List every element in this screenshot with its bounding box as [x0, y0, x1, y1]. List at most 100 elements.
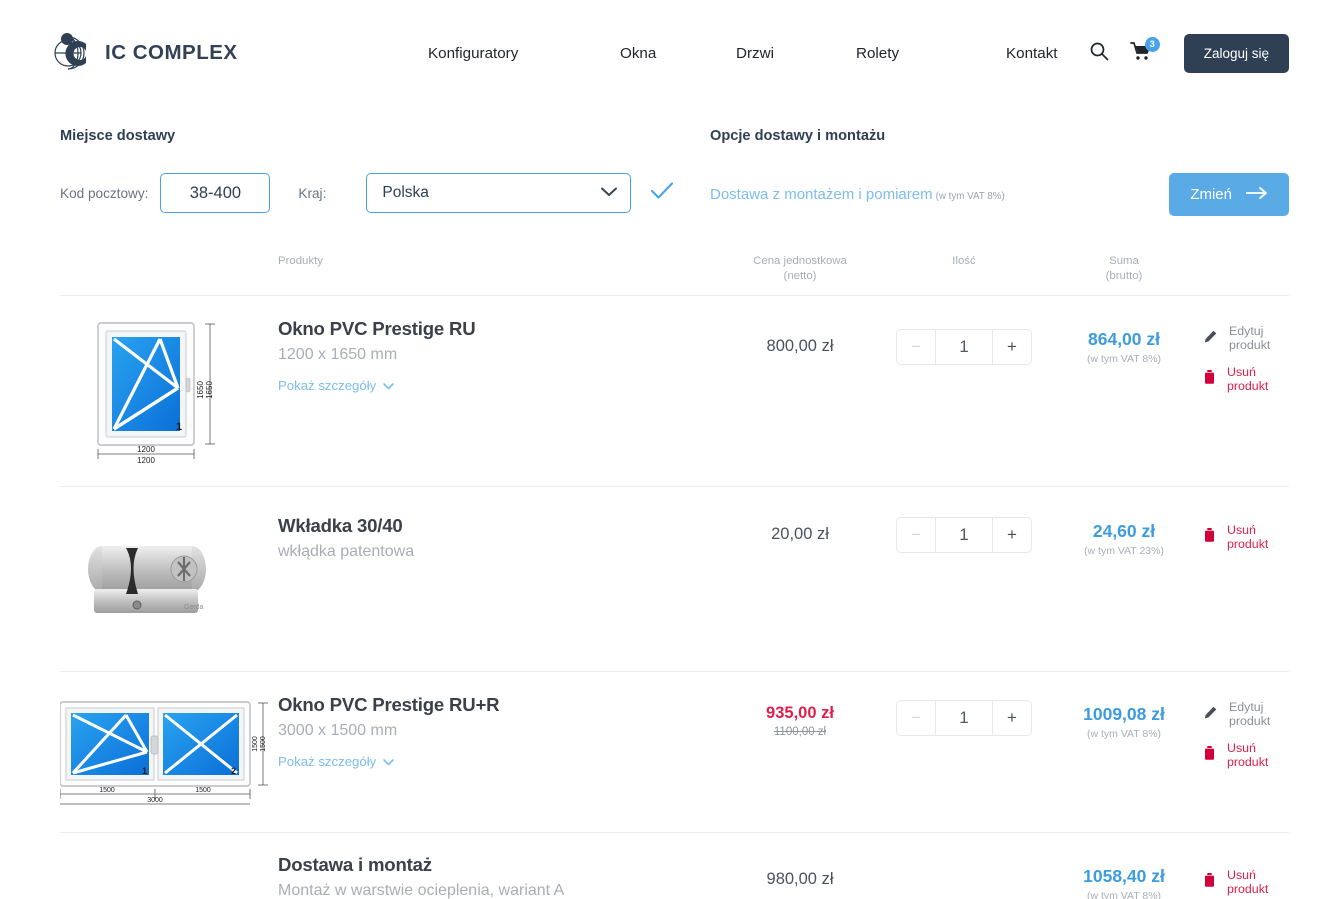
sum-value: 1058,40 zł: [1044, 866, 1204, 887]
product-title: Wkładka 30/40: [278, 515, 716, 537]
delete-product-button[interactable]: Usuń produkt: [1204, 365, 1289, 393]
show-details-label: Pokaż szczegóły: [278, 378, 376, 393]
delivery-option-row: Dostawa z montażem i pomiarem(w tym VAT …: [710, 173, 1289, 216]
show-details-toggle[interactable]: Pokaż szczegóły: [278, 378, 394, 393]
svg-text:1200: 1200: [137, 445, 155, 454]
change-delivery-button[interactable]: Zmień: [1169, 173, 1289, 216]
chevron-down-icon: [383, 754, 394, 769]
svg-text:1500: 1500: [252, 736, 259, 752]
nav-item-okna[interactable]: Okna: [620, 45, 736, 62]
quantity-value[interactable]: 1: [935, 518, 993, 552]
product-thumbnail[interactable]: Gerda: [60, 509, 278, 631]
svg-text:1500: 1500: [99, 787, 115, 794]
product-title: Okno PVC Prestige RU: [278, 318, 716, 340]
svg-text:1650: 1650: [205, 380, 214, 398]
delete-product-label: Usuń produkt: [1227, 365, 1289, 393]
delivery-option-link[interactable]: Dostawa z montażem i pomiarem: [710, 186, 933, 203]
cart-table: Produkty Cena jednostkowa (netto) Ilość …: [0, 254, 1343, 899]
postal-code-input[interactable]: [160, 173, 270, 213]
show-details-label: Pokaż szczegóły: [278, 754, 376, 769]
table-row: 1 2 1500 1500 1500 1500 3000 Okno PVC Pr…: [60, 672, 1289, 833]
logo[interactable]: IC COMPLEX: [54, 32, 238, 74]
svg-text:1500: 1500: [260, 736, 267, 752]
quantity-cell: − 1 +: [884, 509, 1044, 553]
cart-table-header: Produkty Cena jednostkowa (netto) Ilość …: [60, 254, 1289, 296]
svg-text:1: 1: [176, 421, 182, 433]
product-info: Okno PVC Prestige RU+R 3000 x 1500 mm Po…: [278, 694, 716, 771]
unit-price-cell: 20,00 zł: [716, 509, 884, 544]
header-unit-price-sub: (netto): [716, 269, 884, 284]
table-row: Dostawa i montaż Montaż w warstwie ociep…: [60, 833, 1289, 899]
sum-cell: 1058,40 zł (w tym VAT 8%): [1044, 854, 1204, 899]
delete-product-label: Usuń produkt: [1227, 523, 1289, 551]
edit-product-button[interactable]: Edytuj produkt: [1204, 700, 1289, 728]
country-select[interactable]: Polska: [366, 173, 631, 213]
sum-vat-note: (w tym VAT 8%): [1087, 353, 1161, 365]
check-icon: [651, 182, 673, 205]
sum-value: 1009,08 zł: [1044, 704, 1204, 725]
sum-value: 24,60 zł: [1044, 521, 1204, 542]
table-row: Gerda Wkładka 30/40 wkłądka patentowa 20…: [60, 487, 1289, 672]
login-button[interactable]: Zaloguj się: [1184, 34, 1289, 73]
arrow-right-icon: [1246, 186, 1268, 203]
svg-text:3000: 3000: [147, 797, 163, 804]
delete-product-button[interactable]: Usuń produkt: [1204, 868, 1289, 896]
quantity-decrease-button[interactable]: −: [897, 701, 935, 735]
show-details-toggle[interactable]: Pokaż szczegóły: [278, 754, 394, 769]
delete-product-label: Usuń produkt: [1227, 741, 1289, 769]
quantity-stepper[interactable]: − 1 +: [896, 329, 1032, 365]
search-button[interactable]: [1082, 36, 1116, 70]
quantity-increase-button[interactable]: +: [993, 330, 1031, 364]
svg-text:1200: 1200: [137, 456, 155, 465]
sum-vat-note: (w tym VAT 8%): [1044, 728, 1204, 740]
svg-text:1650: 1650: [196, 380, 205, 398]
header-unit-price-main: Cena jednostkowa: [716, 254, 884, 269]
svg-text:Gerda: Gerda: [184, 604, 204, 611]
quantity-stepper[interactable]: − 1 +: [896, 517, 1032, 553]
quantity-decrease-button[interactable]: −: [897, 330, 935, 364]
delivery-option-vat: (w tym VAT 8%): [936, 191, 1005, 202]
quantity-increase-button[interactable]: +: [993, 518, 1031, 552]
delete-product-button[interactable]: Usuń produkt: [1204, 523, 1289, 551]
edit-product-button[interactable]: Edytuj produkt: [1204, 324, 1289, 352]
product-thumbnail[interactable]: 1 2 1500 1500 1500 1500 3000: [60, 694, 278, 812]
delivery-options-block: Opcje dostawy i montażu Dostawa z montaż…: [710, 128, 1289, 216]
country-select-wrap: Polska: [366, 173, 631, 213]
table-row: 1 1650 1650 1200 1200 Okno PVC Prestige …: [60, 296, 1289, 487]
main-nav: Konfiguratory Okna Drzwi Rolety Kontakt: [428, 0, 1126, 106]
nav-item-rolety[interactable]: Rolety: [856, 45, 1006, 62]
cart-button[interactable]: 3: [1124, 36, 1158, 70]
sum-cell: 864,00 zł (w tym VAT 8%): [1044, 318, 1204, 376]
quantity-value[interactable]: 1: [935, 330, 993, 364]
product-dimensions: 1200 x 1650 mm: [278, 346, 716, 364]
delivery-section: Miejsce dostawy Kod pocztowy: Kraj: Pols…: [0, 106, 1343, 216]
change-delivery-label: Zmień: [1190, 186, 1232, 203]
quantity-stepper[interactable]: − 1 +: [896, 700, 1032, 736]
quantity-increase-button[interactable]: +: [993, 701, 1031, 735]
nav-item-drzwi[interactable]: Drzwi: [736, 45, 856, 62]
nav-item-konfiguratory[interactable]: Konfiguratory: [428, 45, 620, 62]
quantity-decrease-button[interactable]: −: [897, 518, 935, 552]
unit-price: 800,00 zł: [767, 337, 834, 356]
header-sum-main: Suma: [1044, 254, 1204, 269]
product-thumbnail[interactable]: 1 1650 1650 1200 1200: [60, 318, 278, 466]
header-products: Produkty: [278, 254, 716, 269]
header-sum-sub: (brutto): [1044, 269, 1204, 284]
unit-price-original: 1100,00 zł: [716, 726, 884, 738]
delete-product-label: Usuń produkt: [1227, 868, 1289, 896]
header-sum: Suma (brutto): [1044, 254, 1204, 284]
logo-text: IC COMPLEX: [105, 41, 238, 65]
row-actions: Usuń produkt: [1204, 854, 1289, 896]
delivery-fields: Kod pocztowy: Kraj: Polska: [60, 173, 710, 213]
trash-icon: [1204, 528, 1215, 545]
product-info: Okno PVC Prestige RU 1200 x 1650 mm Poka…: [278, 318, 716, 395]
unit-price: 980,00 zł: [767, 870, 834, 888]
unit-price-cell: 935,00 zł 1100,00 zł: [716, 694, 884, 738]
cart-count-badge: 3: [1145, 37, 1160, 52]
country-select-value: Polska: [382, 184, 429, 202]
chevron-down-icon: [383, 378, 394, 393]
pencil-icon: [1204, 706, 1217, 722]
delivery-place-title: Miejsce dostawy: [60, 128, 710, 144]
delete-product-button[interactable]: Usuń produkt: [1204, 741, 1289, 769]
quantity-value[interactable]: 1: [935, 701, 993, 735]
